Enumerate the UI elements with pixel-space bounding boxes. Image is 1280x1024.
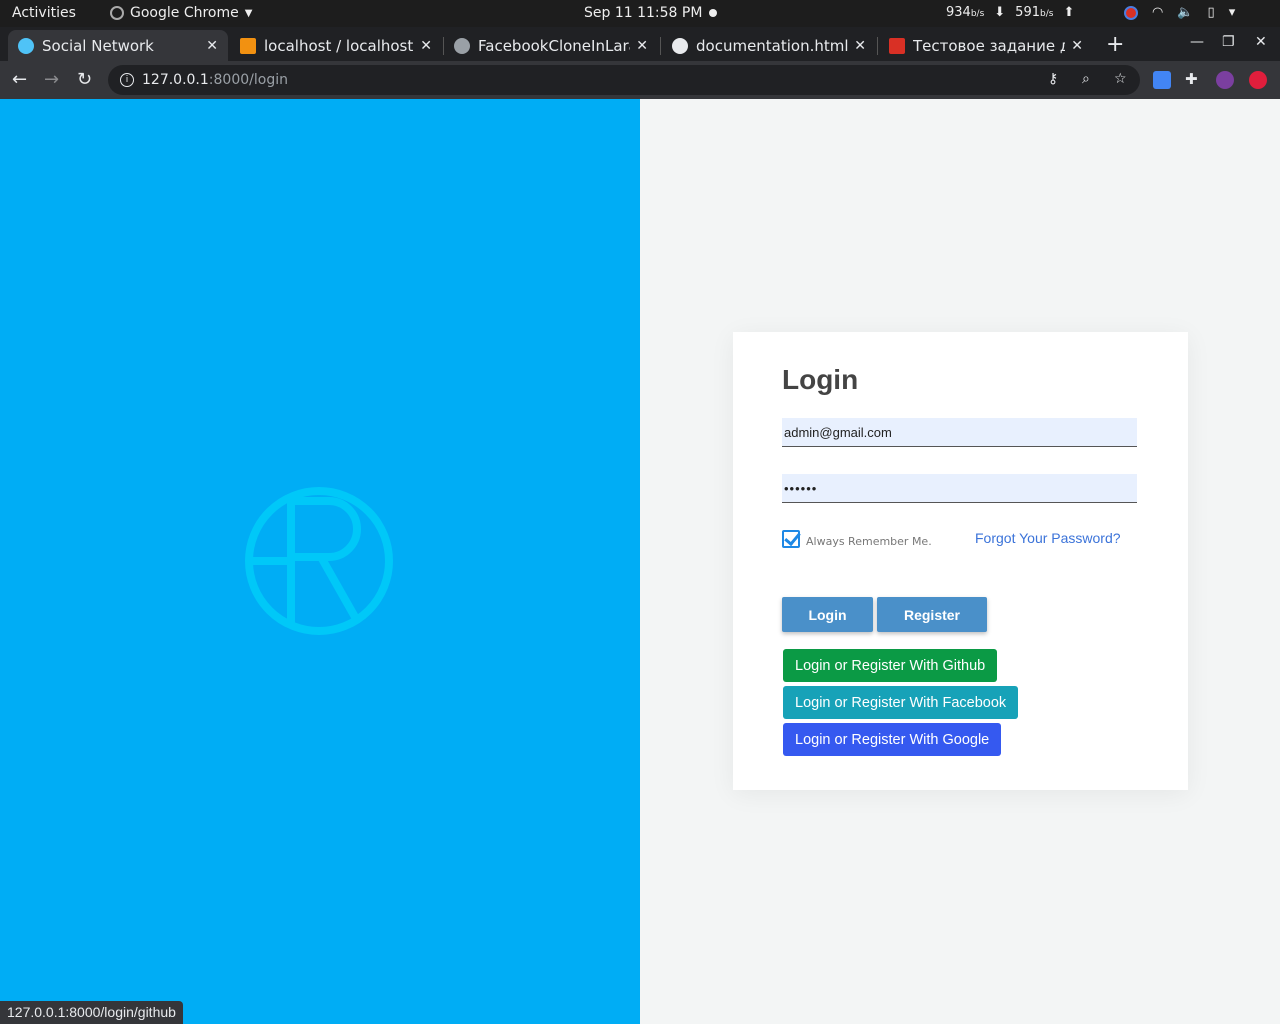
tab-github[interactable]: FacebookCloneInLarav ✕ <box>444 30 658 61</box>
forward-icon[interactable]: → <box>44 69 59 90</box>
remember-me[interactable]: Always Remember Me. <box>782 529 932 548</box>
close-tab-icon[interactable]: ✕ <box>854 38 866 54</box>
tab-phpmyadmin[interactable]: localhost / localhost / l ✕ <box>230 30 442 61</box>
close-tab-icon[interactable]: ✕ <box>420 38 432 54</box>
address-url[interactable]: 127.0.0.1:8000/login <box>142 72 288 88</box>
github-favicon-icon <box>454 37 470 54</box>
site-info-icon[interactable]: i <box>120 73 134 87</box>
wifi-icon[interactable]: ◠ <box>1152 5 1163 20</box>
address-bar[interactable]: i 127.0.0.1:8000/login ⚷ ⌕ ☆ <box>108 65 1140 95</box>
restore-icon[interactable]: ❐ <box>1222 34 1235 50</box>
notification-dot-icon <box>709 9 717 17</box>
chrome-icon <box>110 6 124 20</box>
back-icon[interactable]: ← <box>12 69 27 90</box>
system-top-bar: Activities Google Chrome ▼ Sep 11 11:58 … <box>0 0 1280 27</box>
login-button[interactable]: Login <box>782 597 873 632</box>
activities-button[interactable]: Activities <box>12 5 76 21</box>
tab-social-network[interactable]: Social Network ✕ <box>8 30 228 61</box>
browser-toolbar: ← → ↻ i 127.0.0.1:8000/login ⚷ ⌕ ☆ ✚ <box>0 61 1280 99</box>
remember-label: Always Remember Me. <box>806 535 932 548</box>
minimize-icon[interactable]: — <box>1190 34 1204 50</box>
phpmyadmin-favicon-icon <box>240 37 256 54</box>
login-heading: Login <box>782 364 859 395</box>
bookmark-star-icon[interactable]: ☆ <box>1114 71 1127 87</box>
gmail-favicon-icon <box>889 37 905 54</box>
password-field[interactable] <box>782 474 1137 503</box>
zoom-icon[interactable]: ⌕ <box>1082 71 1090 87</box>
system-tray[interactable]: ◠ 🔈 ▯ ▾ <box>1124 5 1235 20</box>
tray-app-icon[interactable] <box>1124 5 1138 20</box>
url-path: :8000/login <box>208 72 288 88</box>
tab-title: Social Network <box>42 36 154 55</box>
register-button[interactable]: Register <box>877 597 987 632</box>
google-login-button[interactable]: Login or Register With Google <box>783 723 1002 756</box>
close-window-icon[interactable]: ✕ <box>1255 34 1267 50</box>
left-brand-panel <box>0 99 640 1024</box>
translate-extension-icon[interactable] <box>1153 71 1171 89</box>
remember-checkbox[interactable] <box>782 529 800 548</box>
tab-title: Тестовое задание для <box>913 36 1066 55</box>
tab-separator <box>660 37 661 55</box>
tab-title: localhost / localhost / l <box>264 36 414 55</box>
url-host: 127.0.0.1 <box>142 72 209 88</box>
forgot-password-link[interactable]: Forgot Your Password? <box>975 530 1121 546</box>
speed-unit: b/s <box>1040 9 1054 19</box>
close-tab-icon[interactable]: ✕ <box>206 38 218 54</box>
app-name: Google Chrome <box>130 5 239 21</box>
right-form-panel: Login Always Remember Me. Forgot Your Pa… <box>640 99 1280 1024</box>
login-card: Login Always Remember Me. Forgot Your Pa… <box>733 332 1188 790</box>
extensions-puzzle-icon[interactable]: ✚ <box>1185 70 1198 88</box>
github-login-button[interactable]: Login or Register With Github <box>783 649 998 682</box>
network-speed: 934b/s ⬇ 591b/s ⬆ <box>946 5 1074 20</box>
update-extension-icon[interactable] <box>1249 71 1267 89</box>
close-tab-icon[interactable]: ✕ <box>636 38 648 54</box>
email-field[interactable] <box>782 418 1137 447</box>
tab-separator <box>877 37 878 55</box>
tab-strip: Social Network ✕ localhost / localhost /… <box>0 27 1280 61</box>
tab-documentation[interactable]: documentation.html ✕ <box>662 30 876 61</box>
facebook-login-button[interactable]: Login or Register With Facebook <box>783 686 1019 719</box>
status-bubble-url: 127.0.0.1:8000/login/github <box>0 1001 183 1024</box>
app-menu[interactable]: Google Chrome ▼ <box>110 5 252 21</box>
tab-gmail[interactable]: Тестовое задание для ✕ <box>879 30 1093 61</box>
reload-icon[interactable]: ↻ <box>77 69 92 90</box>
download-arrow-icon: ⬇ <box>994 5 1006 20</box>
upload-speed: 591 <box>1015 5 1040 20</box>
power-menu-icon[interactable]: ▾ <box>1229 5 1236 20</box>
tab-title: documentation.html <box>696 36 849 55</box>
caret-down-icon: ▼ <box>244 7 253 19</box>
social-network-favicon-icon <box>18 37 34 54</box>
new-tab-icon[interactable]: + <box>1106 32 1124 57</box>
profile-avatar[interactable] <box>1216 71 1234 89</box>
key-icon[interactable]: ⚷ <box>1048 71 1058 87</box>
battery-icon[interactable]: ▯ <box>1208 5 1215 20</box>
clock[interactable]: Sep 11 11:58 PM <box>584 5 702 21</box>
download-speed: 934 <box>946 5 971 20</box>
registered-logo-icon <box>245 487 393 635</box>
tab-title: FacebookCloneInLarav <box>478 36 631 55</box>
volume-icon[interactable]: 🔈 <box>1177 5 1193 20</box>
speed-unit: b/s <box>970 9 985 19</box>
close-tab-icon[interactable]: ✕ <box>1071 38 1083 54</box>
globe-favicon-icon <box>672 37 688 54</box>
upload-arrow-icon: ⬆ <box>1063 5 1075 20</box>
page-content: Login Always Remember Me. Forgot Your Pa… <box>0 99 1280 1024</box>
